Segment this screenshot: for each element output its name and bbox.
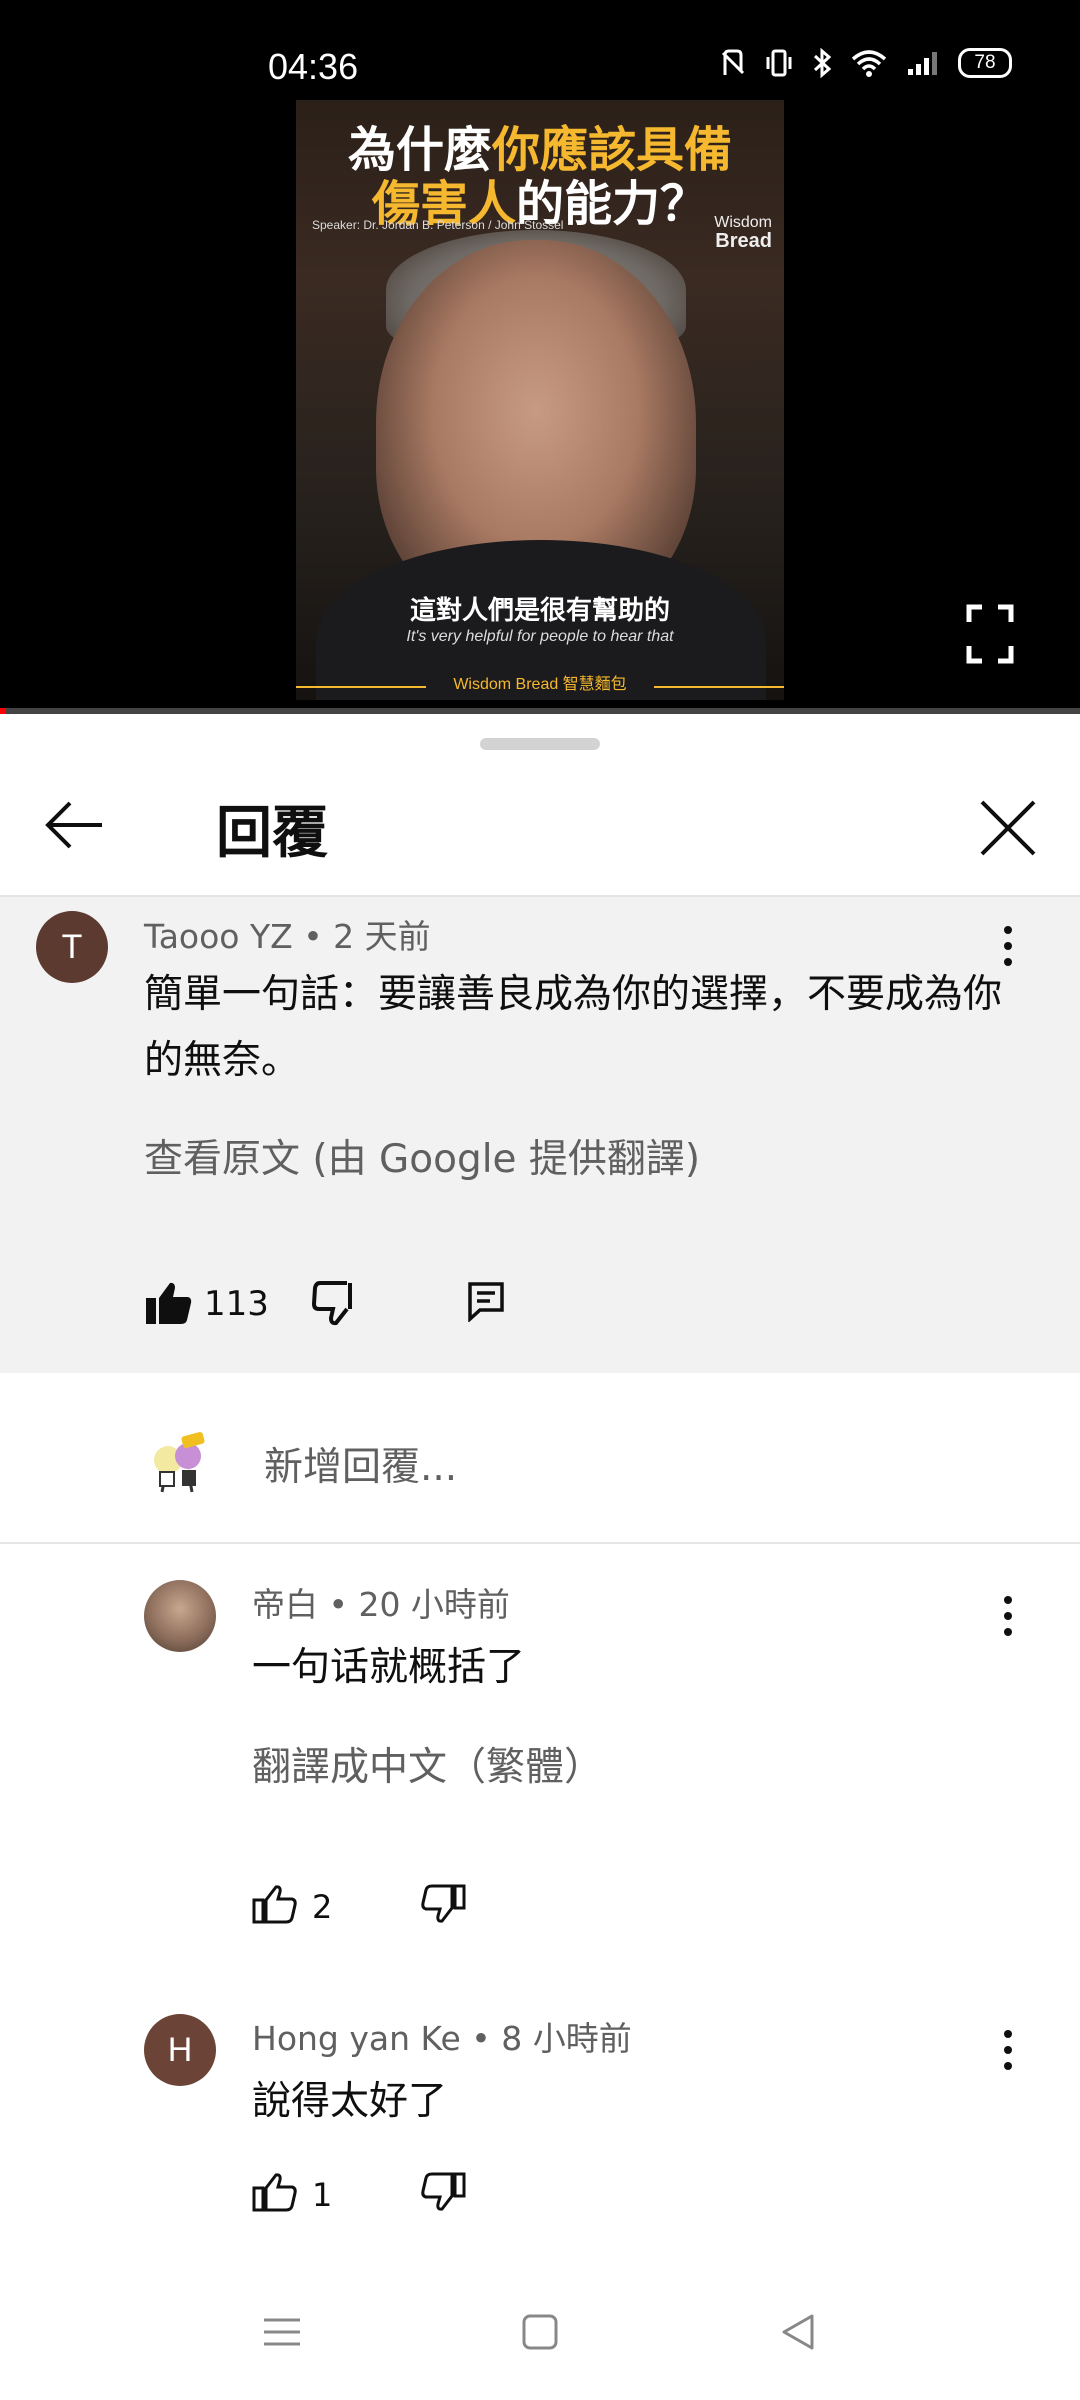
user-avatar: [144, 1422, 220, 1498]
comment-meta: Hong yan Ke • 8 小時前: [252, 2019, 632, 2058]
bluetooth-icon: [813, 48, 832, 78]
dislike-icon[interactable]: [312, 1280, 362, 1326]
more-options-icon[interactable]: [998, 2026, 1018, 2076]
avatar[interactable]: T: [36, 911, 108, 983]
avatar[interactable]: [144, 1580, 216, 1652]
close-icon[interactable]: [970, 790, 1046, 866]
divider: [0, 1542, 1080, 1544]
translate-link[interactable]: 查看原文 (由 Google 提供翻譯): [144, 1128, 700, 1184]
add-reply-input[interactable]: 新增回覆...: [264, 1436, 457, 1492]
comment-meta: Taooo YZ • 2 天前: [144, 917, 431, 956]
fullscreen-icon[interactable]: [966, 604, 1014, 664]
like-icon[interactable]: [252, 2172, 298, 2212]
vibrate-icon: [766, 49, 792, 77]
avatar[interactable]: H: [144, 2014, 216, 2086]
like-icon[interactable]: [252, 1884, 298, 1924]
drag-handle[interactable]: [480, 738, 600, 750]
signal-icon: [908, 52, 937, 75]
status-icons: 78: [720, 48, 1012, 78]
video-frame: 為什麼你應該具備 傷害人的能力？ Speaker: Dr. Jordan B. …: [296, 100, 784, 700]
comment-meta: 帝白 • 20 小時前: [252, 1585, 510, 1624]
video-brand: Wisdom Bread: [714, 214, 772, 252]
comment-text: 一句话就概括了: [252, 1645, 526, 1690]
reply-icon[interactable]: [466, 1280, 506, 1322]
more-options-icon[interactable]: [998, 1592, 1018, 1642]
video-progress-fill: [0, 708, 6, 714]
dislike-icon[interactable]: [420, 1884, 466, 1924]
video-subtitle-en: It's very helpful for people to hear tha…: [406, 628, 674, 645]
video-footer-line-right: [654, 686, 784, 688]
like-filled-icon[interactable]: [144, 1280, 194, 1326]
like-count: 113: [204, 1284, 269, 1324]
video-subtitle-zh: 這對人們是很有幫助的: [409, 596, 670, 626]
status-time: 04:36: [268, 46, 359, 87]
like-count: 2: [312, 1888, 333, 1926]
sheet-title: 回覆: [216, 801, 328, 866]
comment-text: 簡單一句話：要讓善良成為你的選擇，不要成為你的無奈。: [144, 972, 1003, 1083]
back-arrow-icon[interactable]: [40, 790, 110, 860]
like-count: 1: [312, 2176, 333, 2214]
translate-link[interactable]: 翻譯成中文（繁體）: [252, 1736, 603, 1792]
video-footer: Wisdom Bread 智慧麵包: [453, 676, 627, 693]
battery-indicator: 78: [958, 48, 1012, 78]
comment-text: 說得太好了: [252, 2079, 448, 2124]
back-icon[interactable]: [776, 2310, 820, 2354]
nfc-icon: [721, 49, 745, 75]
menu-icon[interactable]: [260, 2310, 304, 2354]
video-speaker: Speaker: Dr. Jordan B. Peterson / John S…: [312, 218, 564, 232]
wifi-icon: [851, 50, 887, 77]
dislike-icon[interactable]: [420, 2172, 466, 2212]
home-icon[interactable]: [518, 2310, 562, 2354]
